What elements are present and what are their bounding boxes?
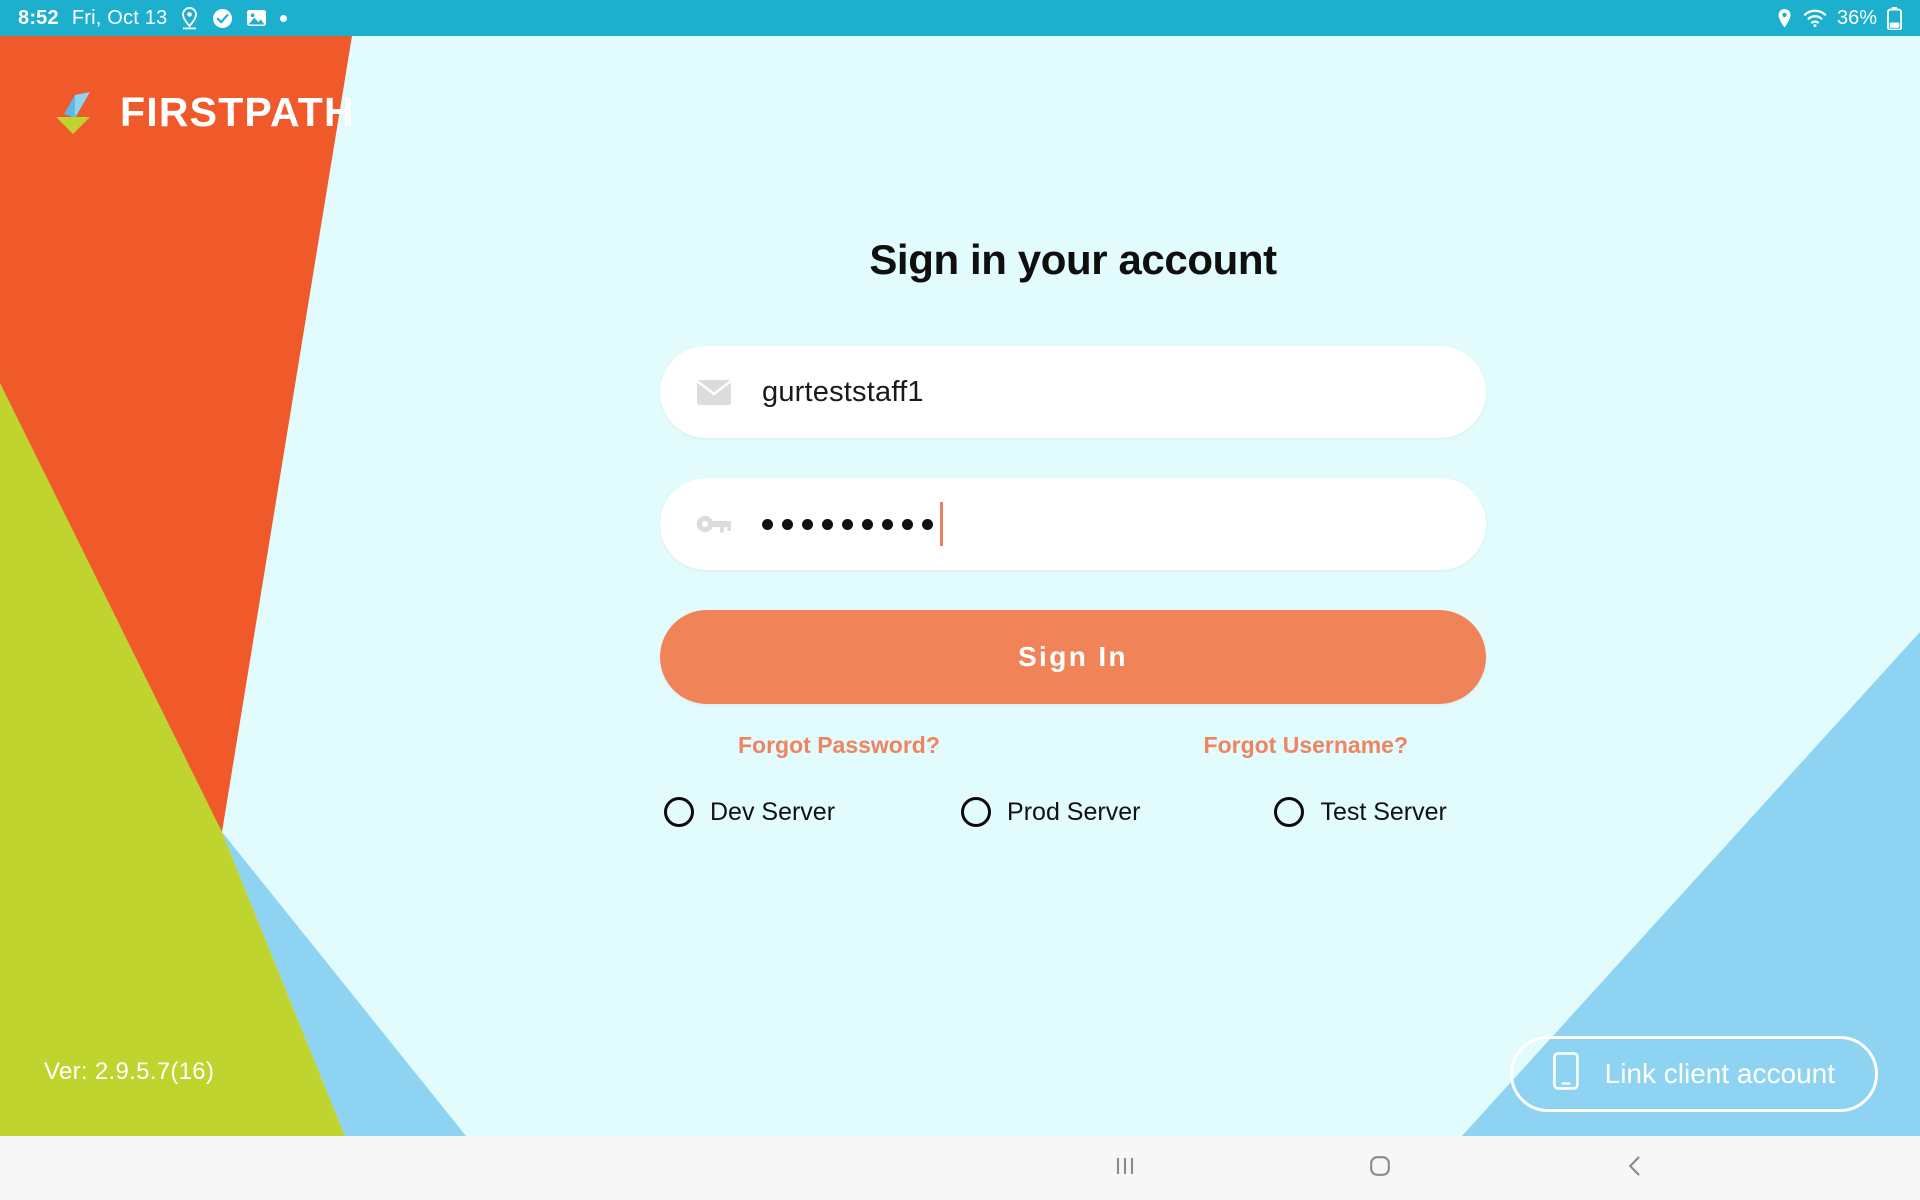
text-cursor: [940, 502, 943, 546]
image-icon: [246, 8, 267, 28]
firstpath-logo-icon: [48, 84, 104, 140]
radio-dev-server[interactable]: Dev Server: [664, 797, 835, 827]
version-label: Ver: 2.9.5.7(16): [44, 1058, 215, 1085]
location-pin-icon: [1776, 8, 1793, 29]
status-date: Fri, Oct 13: [71, 6, 168, 29]
forgot-links-row: Forgot Password? Forgot Username?: [660, 732, 1486, 759]
forgot-username-link[interactable]: Forgot Username?: [1204, 732, 1408, 759]
page-title: Sign in your account: [869, 236, 1277, 283]
status-time: 8:52: [18, 6, 59, 29]
recents-button[interactable]: [1085, 1136, 1165, 1200]
radio-circle-icon: [1274, 797, 1305, 827]
back-chevron-icon: [1622, 1153, 1648, 1184]
brand-logo: FIRSTPATH: [48, 84, 355, 140]
status-bar-left: 8:52 Fri, Oct 13: [18, 6, 288, 30]
password-masked-value: [762, 518, 933, 530]
back-button[interactable]: [1595, 1136, 1675, 1200]
home-button[interactable]: [1340, 1136, 1420, 1200]
login-form: Sign in your account gurteststaff1 Sign …: [660, 236, 1486, 827]
status-bar-right: 36%: [1776, 6, 1902, 30]
radio-prod-server[interactable]: Prod Server: [961, 797, 1140, 827]
dot-icon: [280, 14, 288, 22]
location-pin-icon: [180, 6, 199, 30]
battery-percent: 36%: [1836, 6, 1877, 29]
link-client-account-label: Link client account: [1604, 1058, 1835, 1089]
check-circle-icon: [212, 8, 233, 29]
device-screen: 8:52 Fri, Oct 13 36% FIRSTPATH Sign in y…: [0, 0, 1920, 1200]
radio-label: Prod Server: [1007, 797, 1141, 826]
main-content: FIRSTPATH Sign in your account gurtestst…: [0, 36, 1920, 1136]
radio-circle-icon: [664, 797, 694, 827]
radio-test-server[interactable]: Test Server: [1274, 797, 1447, 827]
envelope-icon: [696, 379, 736, 406]
radio-circle-icon: [961, 797, 992, 827]
sign-in-button[interactable]: Sign In: [660, 610, 1486, 704]
password-field[interactable]: [660, 478, 1486, 570]
username-value: gurteststaff1: [762, 375, 924, 408]
brand-name: FIRSTPATH: [120, 88, 355, 135]
key-icon: [696, 513, 736, 535]
wifi-icon: [1803, 8, 1827, 28]
radio-label: Dev Server: [710, 797, 836, 826]
status-bar: 8:52 Fri, Oct 13 36%: [0, 0, 1920, 36]
android-navigation-bar: [0, 1136, 1920, 1200]
recents-icon: [1112, 1153, 1138, 1184]
radio-label: Test Server: [1320, 797, 1447, 826]
battery-icon: [1887, 6, 1902, 30]
link-client-account-button[interactable]: Link client account: [1509, 1036, 1878, 1112]
server-selection-row: Dev Server Prod Server Test Server: [660, 797, 1486, 827]
username-field[interactable]: gurteststaff1: [660, 346, 1486, 438]
mobile-phone-icon: [1552, 1051, 1579, 1097]
forgot-password-link[interactable]: Forgot Password?: [738, 732, 940, 759]
home-icon: [1367, 1153, 1393, 1184]
